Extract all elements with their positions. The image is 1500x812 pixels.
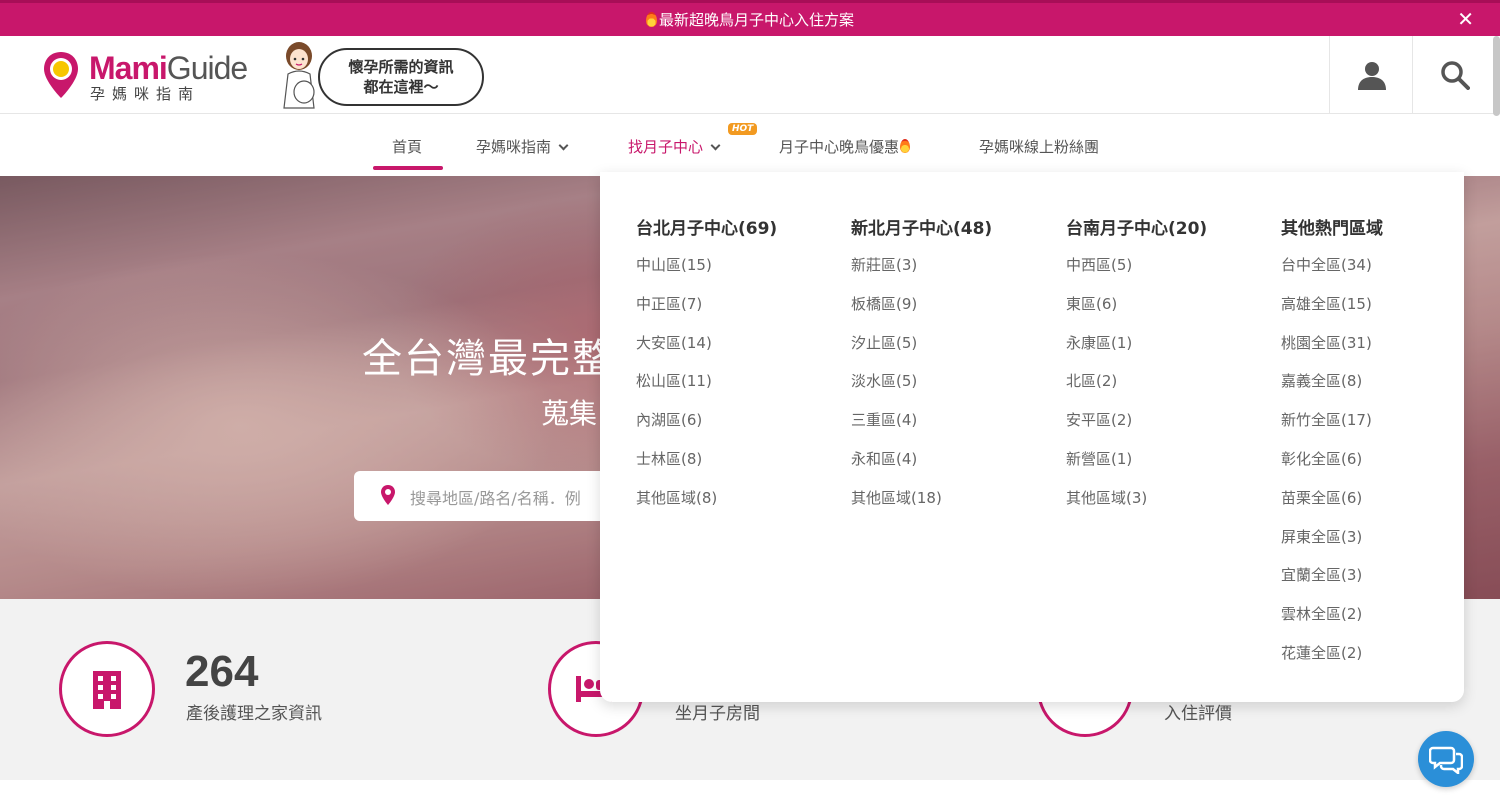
bubble-line-1: 懷孕所需的資訊 xyxy=(348,58,454,76)
search-placeholder: 搜尋地區/路名/名稱．例 xyxy=(410,489,581,508)
district-link[interactable]: 東區(6) xyxy=(1066,293,1207,332)
mascot-illustration xyxy=(283,42,315,109)
logo-pin-icon xyxy=(44,52,78,98)
stat-circle xyxy=(59,641,155,737)
nav-early-bird[interactable]: 月子中心晚鳥優惠 xyxy=(779,136,911,157)
district-link[interactable]: 其他區域(8) xyxy=(636,487,777,526)
main-nav: 首頁 孕媽咪指南 找月子中心 HOT 月子中心晚鳥優惠 孕媽咪線上粉絲團 xyxy=(0,114,1500,176)
district-link[interactable]: 汐止區(5) xyxy=(851,332,992,371)
account-button[interactable] xyxy=(1329,36,1413,114)
nav-find-center[interactable]: 找月子中心 xyxy=(628,136,721,157)
chevron-down-icon xyxy=(558,140,569,151)
column-title[interactable]: 台北月子中心(69) xyxy=(636,214,777,240)
region-link[interactable]: 彰化全區(6) xyxy=(1281,448,1383,487)
stat-label: 入住評價 xyxy=(1164,704,1232,724)
chevron-down-icon xyxy=(710,140,721,151)
dropdown-column-tainan: 台南月子中心(20) 中西區(5) 東區(6) 永康區(1) 北區(2) 安平區… xyxy=(1066,214,1207,526)
district-link[interactable]: 永和區(4) xyxy=(851,448,992,487)
district-link[interactable]: 三重區(4) xyxy=(851,409,992,448)
column-title[interactable]: 其他熱門區域 xyxy=(1281,214,1383,240)
district-link[interactable]: 北區(2) xyxy=(1066,370,1207,409)
district-link[interactable]: 安平區(2) xyxy=(1066,409,1207,448)
nav-mami-guide[interactable]: 孕媽咪指南 xyxy=(476,136,569,157)
chat-button[interactable] xyxy=(1418,731,1474,787)
district-link[interactable]: 中山區(15) xyxy=(636,254,777,293)
district-link[interactable]: 中西區(5) xyxy=(1066,254,1207,293)
flame-icon xyxy=(645,12,657,27)
chat-icon xyxy=(1429,746,1463,774)
scrollbar[interactable] xyxy=(1493,36,1500,116)
region-link[interactable]: 台中全區(34) xyxy=(1281,254,1383,293)
region-link[interactable]: 桃園全區(31) xyxy=(1281,332,1383,371)
column-title[interactable]: 新北月子中心(48) xyxy=(851,214,992,240)
region-link[interactable]: 花蓮全區(2) xyxy=(1281,642,1383,681)
region-link[interactable]: 宜蘭全區(3) xyxy=(1281,564,1383,603)
stat-label: 產後護理之家資訊 xyxy=(186,704,322,724)
location-pin-icon xyxy=(381,485,395,505)
user-icon xyxy=(1357,62,1386,90)
district-link[interactable]: 內湖區(6) xyxy=(636,409,777,448)
brand-subtitle: 孕媽咪指南 xyxy=(90,85,201,103)
dropdown-column-new-taipei: 新北月子中心(48) 新莊區(3) 板橋區(9) 汐止區(5) 淡水區(5) 三… xyxy=(851,214,992,526)
find-center-dropdown: 台北月子中心(69) 中山區(15) 中正區(7) 大安區(14) 松山區(11… xyxy=(600,172,1464,702)
nav-fan-page[interactable]: 孕媽咪線上粉絲團 xyxy=(979,136,1099,157)
promo-banner[interactable]: 最新超晚鳥月子中心入住方案 ✕ xyxy=(0,0,1500,36)
region-link[interactable]: 新竹全區(17) xyxy=(1281,409,1383,448)
district-link[interactable]: 新莊區(3) xyxy=(851,254,992,293)
hot-badge: HOT xyxy=(728,123,758,135)
nav-active-indicator xyxy=(373,166,443,170)
region-link[interactable]: 高雄全區(15) xyxy=(1281,293,1383,332)
district-link[interactable]: 其他區域(18) xyxy=(851,487,992,526)
dropdown-column-taipei: 台北月子中心(69) 中山區(15) 中正區(7) 大安區(14) 松山區(11… xyxy=(636,214,777,526)
site-header: MamiGuide 孕媽咪指南 懷孕所需的資訊 都在這裡～ xyxy=(0,36,1500,114)
district-link[interactable]: 永康區(1) xyxy=(1066,332,1207,371)
dropdown-column-other: 其他熱門區域 台中全區(34) 高雄全區(15) 桃園全區(31) 嘉義全區(8… xyxy=(1281,214,1383,681)
search-icon xyxy=(1440,61,1470,90)
stat-label: 坐月子房間 xyxy=(675,704,760,724)
region-link[interactable]: 苗栗全區(6) xyxy=(1281,487,1383,526)
bubble-line-2: 都在這裡～ xyxy=(363,78,439,96)
district-link[interactable]: 其他區域(3) xyxy=(1066,487,1207,526)
speech-bubble: 懷孕所需的資訊 都在這裡～ xyxy=(318,48,484,106)
region-link[interactable]: 屏東全區(3) xyxy=(1281,526,1383,565)
stat-number: 264 xyxy=(185,647,259,696)
district-link[interactable]: 新營區(1) xyxy=(1066,448,1207,487)
close-icon[interactable]: ✕ xyxy=(1457,7,1474,31)
district-link[interactable]: 士林區(8) xyxy=(636,448,777,487)
region-link[interactable]: 嘉義全區(8) xyxy=(1281,370,1383,409)
district-link[interactable]: 大安區(14) xyxy=(636,332,777,371)
flame-icon xyxy=(900,139,911,153)
logo[interactable]: MamiGuide 孕媽咪指南 xyxy=(42,50,252,103)
district-link[interactable]: 板橋區(9) xyxy=(851,293,992,332)
region-link[interactable]: 雲林全區(2) xyxy=(1281,603,1383,642)
building-icon xyxy=(93,671,121,709)
promo-text[interactable]: 最新超晚鳥月子中心入住方案 xyxy=(659,9,854,30)
hero-subtitle: 蒐集 xyxy=(541,397,598,430)
hero-title: 全台灣最完整 xyxy=(362,336,614,382)
district-link[interactable]: 中正區(7) xyxy=(636,293,777,332)
brand-name: MamiGuide xyxy=(89,50,248,86)
search-button[interactable] xyxy=(1412,36,1496,114)
nav-home[interactable]: 首頁 xyxy=(392,136,422,157)
district-link[interactable]: 淡水區(5) xyxy=(851,370,992,409)
column-title[interactable]: 台南月子中心(20) xyxy=(1066,214,1207,240)
district-link[interactable]: 松山區(11) xyxy=(636,370,777,409)
